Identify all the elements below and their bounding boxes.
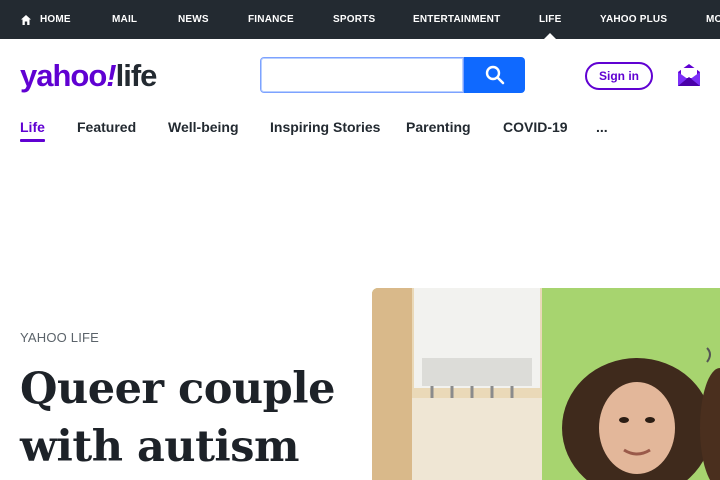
topnav-yahoo-plus[interactable]: YAHOO PLUS bbox=[600, 0, 667, 39]
topnav-sports[interactable]: SPORTS bbox=[333, 0, 375, 39]
home-icon bbox=[21, 14, 31, 25]
topnav-life[interactable]: LIFE bbox=[539, 0, 561, 39]
search-input[interactable] bbox=[267, 58, 461, 92]
hero-image[interactable] bbox=[372, 288, 720, 480]
article-headline[interactable]: Queer couple with autism bbox=[20, 360, 350, 476]
subnav-well-being[interactable]: Well-being bbox=[168, 119, 239, 135]
subnav-parenting[interactable]: Parenting bbox=[406, 119, 471, 135]
subnav-covid-19[interactable]: COVID-19 bbox=[503, 119, 568, 135]
site-header: yahoo!life Sign in bbox=[0, 39, 720, 115]
topnav-home[interactable]: HOME bbox=[20, 0, 71, 39]
logo-sub: life bbox=[115, 58, 158, 93]
logo-bang: ! bbox=[106, 58, 116, 93]
topnav-mail[interactable]: MAIL bbox=[112, 0, 137, 39]
search-box bbox=[260, 57, 464, 93]
subnav-featured[interactable]: Featured bbox=[77, 119, 136, 135]
article-kicker: YAHOO LIFE bbox=[20, 330, 100, 345]
hero-photo bbox=[372, 288, 720, 480]
search-button[interactable] bbox=[464, 57, 525, 93]
yahoo-life-logo[interactable]: yahoo!life bbox=[20, 58, 158, 94]
mail-icon[interactable] bbox=[677, 62, 701, 88]
topnav-news[interactable]: NEWS bbox=[178, 0, 209, 39]
top-navigation: HOME MAIL NEWS FINANCE SPORTS ENTERTAINM… bbox=[0, 0, 720, 39]
subnav-life[interactable]: Life bbox=[20, 119, 45, 142]
logo-main: yahoo bbox=[20, 58, 107, 93]
topnav-entertainment[interactable]: ENTERTAINMENT bbox=[413, 0, 500, 39]
life-subnav: Life Featured Well-being Inspiring Stori… bbox=[0, 115, 720, 145]
sign-in-button[interactable]: Sign in bbox=[585, 62, 653, 90]
search-icon bbox=[485, 65, 504, 85]
subnav-more[interactable]: ... bbox=[596, 119, 608, 135]
subnav-inspiring-stories[interactable]: Inspiring Stories bbox=[270, 119, 380, 135]
topnav-finance[interactable]: FINANCE bbox=[248, 0, 294, 39]
topnav-home-label: HOME bbox=[40, 14, 71, 25]
topnav-more[interactable]: MO bbox=[706, 0, 720, 39]
